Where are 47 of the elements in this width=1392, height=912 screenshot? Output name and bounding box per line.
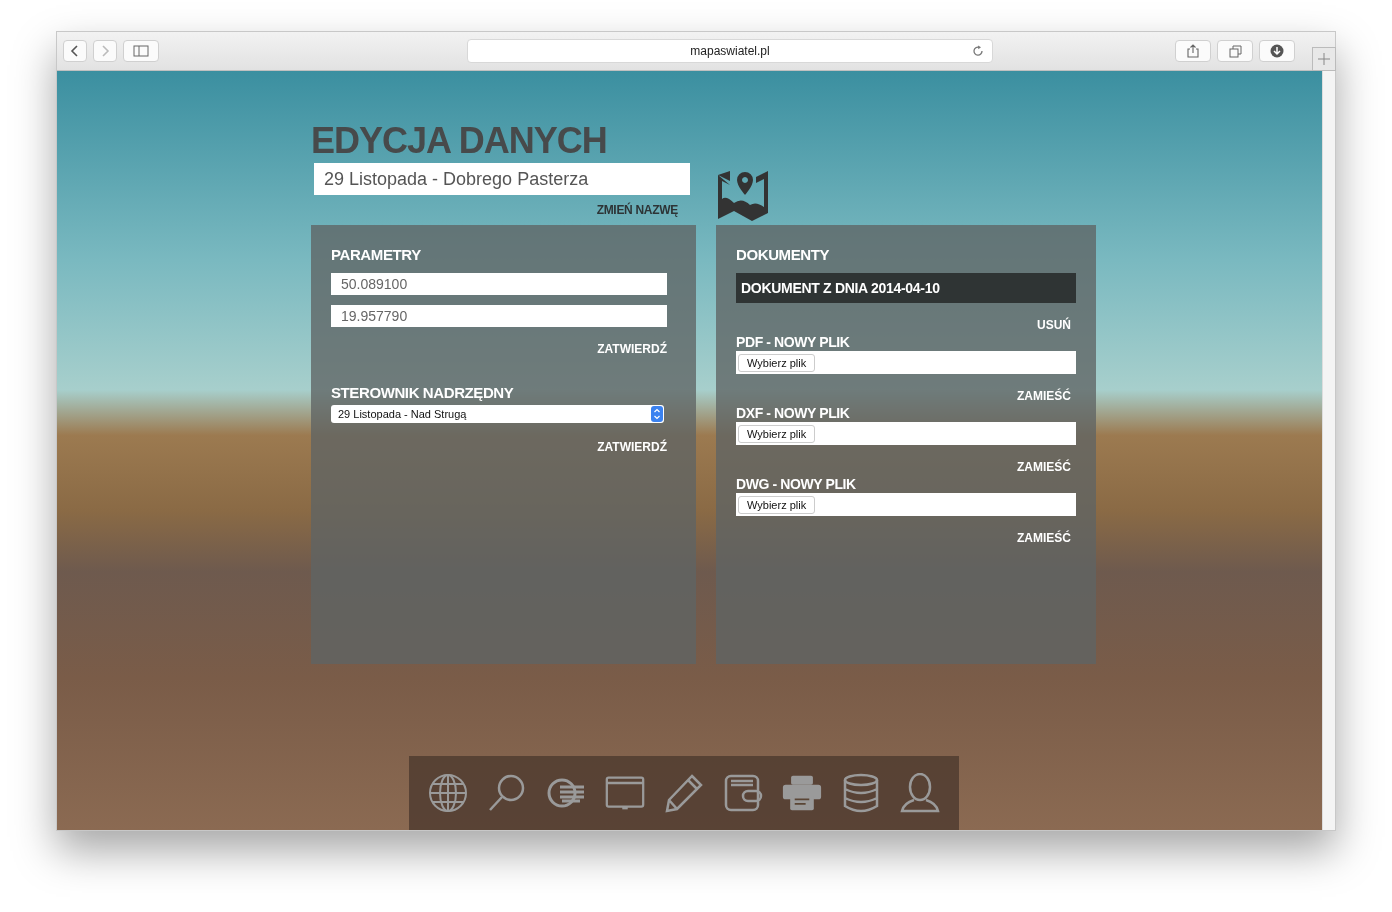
confirm-link[interactable]: ZATWIERDŹ [597,341,667,357]
choose-file-button[interactable]: Wybierz plik [738,424,816,443]
download-icon [1270,44,1284,58]
download-button[interactable] [1259,40,1295,62]
chevron-right-icon [100,44,110,58]
upload-label: DWG - NOWY PLIK [736,475,856,493]
map-pin-icon [716,169,770,223]
parent-controller-label: STEROWNIK NADRZĘDNY [331,383,514,403]
upload-label: DXF - NOWY PLIK [736,404,850,422]
choose-file-button[interactable]: Wybierz plik [738,353,816,372]
wallet-icon[interactable] [722,773,763,813]
share-button[interactable] [1175,40,1211,62]
address-bar[interactable]: mapaswiatel.pl [467,39,993,63]
panel-heading: DOKUMENTY [736,245,830,265]
reload-icon[interactable] [972,45,984,57]
parent-controller-select[interactable]: 29 Listopada - Nad Strugą [331,405,664,423]
upload-link[interactable]: ZAMIEŚĆ [1017,388,1071,404]
upload-link[interactable]: ZAMIEŚĆ [1017,530,1071,546]
panel-heading: PARAMETRY [331,245,421,265]
back-button[interactable] [63,40,87,62]
upload-label: PDF - NOWY PLIK [736,333,850,351]
printer-icon[interactable] [781,773,822,813]
tabs-button[interactable] [1217,40,1253,62]
pencil-icon[interactable] [663,773,704,813]
file-input[interactable]: Wybierz plik [736,422,1076,445]
file-input[interactable]: Wybierz plik [736,493,1076,516]
rename-link[interactable]: ZMIEŃ NAZWĘ [596,203,678,217]
globe-icon[interactable] [427,773,468,813]
name-field[interactable]: 29 Listopada - Dobrego Pasterza [314,163,690,195]
share-icon [1187,44,1199,58]
coordinate-field[interactable]: 19.957790 [331,305,667,327]
sidebar-icon [133,45,149,57]
plus-icon [1318,53,1330,65]
choose-file-button[interactable]: Wybierz plik [738,495,816,514]
file-input[interactable]: Wybierz plik [736,351,1076,374]
user-icon[interactable] [899,773,940,813]
document-row[interactable]: DOKUMENT Z DNIA 2014-04-10 [736,273,1076,303]
sidebar-button[interactable] [123,40,159,62]
search-icon[interactable] [486,773,527,813]
confirm-link[interactable]: ZATWIERDŹ [597,439,667,455]
chevron-left-icon [70,44,80,58]
upload-link[interactable]: ZAMIEŚĆ [1017,459,1071,475]
page-title: EDYCJA DANYCH [311,119,607,163]
delete-link[interactable]: USUŃ [1037,317,1071,333]
coordinate-field[interactable]: 50.089100 [331,273,667,295]
tabs-icon [1228,44,1242,58]
select-arrows-icon [651,406,663,422]
